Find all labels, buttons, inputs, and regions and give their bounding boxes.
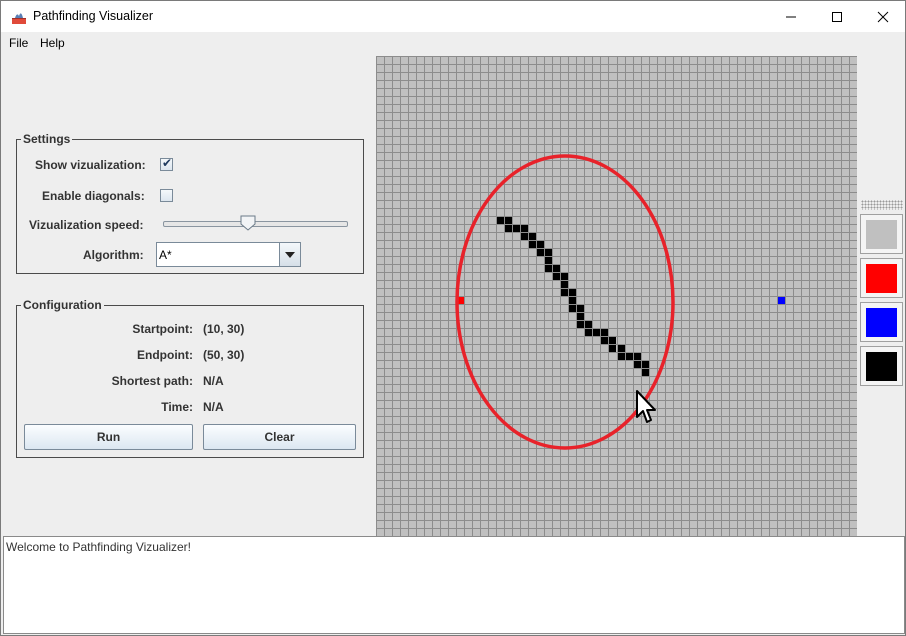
wall-cell[interactable] (513, 225, 520, 232)
wall-cell[interactable] (642, 361, 649, 368)
wall-cell[interactable] (521, 225, 528, 232)
settings-legend: Settings (23, 132, 71, 146)
title-bar: Pathfinding Visualizer (1, 1, 905, 32)
algorithm-label: Algorithm: (83, 248, 144, 262)
swatch-start-button[interactable] (860, 258, 903, 298)
output-console[interactable]: Welcome to Pathfinding Vizualizer! (3, 536, 905, 634)
wall-cell[interactable] (529, 233, 536, 240)
checkmark-icon: ✔ (162, 156, 173, 170)
close-icon (877, 11, 889, 22)
java-app-icon (12, 13, 26, 24)
wall-cell[interactable] (577, 305, 584, 312)
wall-cell[interactable] (601, 337, 608, 344)
end-cell[interactable] (778, 297, 785, 304)
speed-slider-track[interactable] (163, 221, 348, 227)
wall-cell[interactable] (601, 329, 608, 336)
configuration-legend: Configuration (23, 298, 102, 312)
time-value: N/A (203, 400, 224, 414)
swatch-wall-color (866, 352, 897, 381)
time-label: Time: (161, 400, 193, 414)
wall-cell[interactable] (545, 249, 552, 256)
app-window: Pathfinding Visualizer File Help Setting… (0, 0, 906, 636)
wall-cell[interactable] (569, 305, 576, 312)
window-title: Pathfinding Visualizer (33, 9, 153, 23)
wall-cell[interactable] (634, 361, 641, 368)
wall-cell[interactable] (585, 329, 592, 336)
wall-cell[interactable] (545, 257, 552, 264)
menu-file[interactable]: File (9, 36, 28, 50)
shortest-path-label: Shortest path: (111, 374, 193, 388)
wall-cell[interactable] (569, 297, 576, 304)
swatch-start-color (866, 264, 897, 293)
maximize-button[interactable] (814, 1, 860, 32)
wall-cell[interactable] (577, 321, 584, 328)
maximize-icon (832, 11, 842, 22)
run-button[interactable]: Run (24, 424, 193, 450)
wall-cell[interactable] (561, 289, 568, 296)
enable-diagonals-checkbox[interactable] (160, 189, 173, 202)
grid-lines (376, 56, 857, 536)
algorithm-select[interactable]: A* (156, 242, 301, 267)
wall-cell[interactable] (537, 241, 544, 248)
swatch-end-color (866, 308, 897, 337)
show-visualization-label: Show vizualization: (35, 158, 146, 172)
startpoint-label: Startpoint: (132, 322, 193, 336)
wall-cell[interactable] (521, 233, 528, 240)
mouse-pointer-icon (636, 390, 656, 423)
wall-cell[interactable] (618, 353, 625, 360)
wall-cell[interactable] (497, 217, 504, 224)
wall-cell[interactable] (609, 345, 616, 352)
console-message: Welcome to Pathfinding Vizualizer! (6, 540, 191, 554)
wall-cell[interactable] (553, 273, 560, 280)
wall-cell[interactable] (545, 265, 552, 272)
shortest-path-value: N/A (203, 374, 224, 388)
endpoint-label: Endpoint: (137, 348, 193, 362)
wall-cell[interactable] (537, 249, 544, 256)
speed-slider-thumb[interactable] (240, 215, 256, 231)
toolbar-grip[interactable] (861, 200, 903, 210)
menu-help[interactable]: Help (40, 36, 65, 50)
wall-cell[interactable] (561, 273, 568, 280)
wall-cell[interactable] (642, 369, 649, 376)
menu-bar: File Help (1, 32, 905, 54)
wall-cell[interactable] (577, 313, 584, 320)
speed-label: Vizualization speed: (29, 218, 144, 232)
wall-cell[interactable] (561, 281, 568, 288)
dropdown-button[interactable] (279, 243, 300, 266)
swatch-empty-color (866, 220, 897, 249)
wall-cell[interactable] (618, 345, 625, 352)
control-panel: Settings Show vizualization: ✔ Enable di… (1, 54, 376, 536)
show-visualization-checkbox[interactable]: ✔ (160, 156, 173, 171)
swatch-wall-button[interactable] (860, 346, 903, 386)
swatch-end-button[interactable] (860, 302, 903, 342)
wall-cell[interactable] (585, 321, 592, 328)
chevron-down-icon (285, 251, 295, 258)
swatch-empty-button[interactable] (860, 214, 903, 254)
wall-cell[interactable] (609, 337, 616, 344)
wall-cell[interactable] (505, 217, 512, 224)
clear-button[interactable]: Clear (203, 424, 356, 450)
wall-cell[interactable] (626, 353, 633, 360)
minimize-icon (786, 16, 796, 17)
endpoint-value: (50, 30) (203, 348, 245, 362)
wall-cell[interactable] (529, 241, 536, 248)
minimize-button[interactable] (768, 1, 814, 32)
tool-palette (857, 54, 905, 536)
wall-cell[interactable] (553, 265, 560, 272)
enable-diagonals-label: Enable diagonals: (42, 189, 145, 203)
wall-cell[interactable] (569, 289, 576, 296)
grid-canvas[interactable] (376, 56, 857, 536)
startpoint-value: (10, 30) (203, 322, 245, 336)
algorithm-value: A* (159, 248, 172, 262)
wall-cell[interactable] (505, 225, 512, 232)
close-button[interactable] (860, 1, 906, 32)
pathfinding-grid[interactable] (376, 56, 857, 536)
wall-cell[interactable] (593, 329, 600, 336)
wall-cell[interactable] (634, 353, 641, 360)
